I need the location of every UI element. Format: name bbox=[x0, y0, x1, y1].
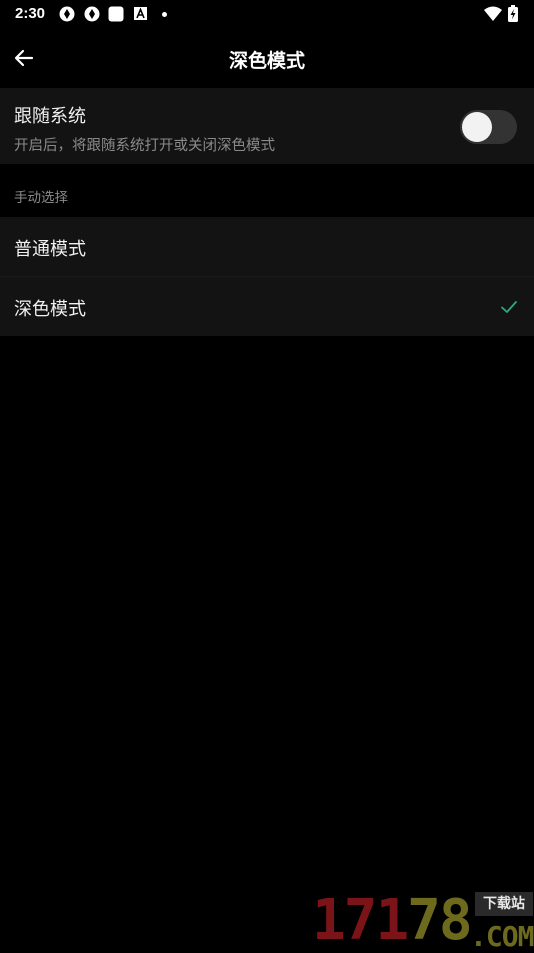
app-header: 深色模式 bbox=[0, 28, 534, 88]
option-normal-mode[interactable]: 普通模式 bbox=[0, 217, 534, 277]
follow-system-row[interactable]: 跟随系统 开启后，将跟随系统打开或关闭深色模式 bbox=[0, 88, 534, 164]
follow-system-title: 跟随系统 bbox=[14, 106, 86, 127]
manual-section-label: 手动选择 bbox=[14, 190, 68, 206]
check-icon bbox=[501, 301, 517, 313]
mode-options: 普通模式 深色模式 bbox=[0, 217, 534, 336]
wifi-icon bbox=[484, 6, 502, 21]
toggle-knob bbox=[462, 112, 492, 142]
option-dark-mode[interactable]: 深色模式 bbox=[0, 277, 534, 336]
font-a-icon bbox=[134, 7, 147, 20]
page-title: 深色模式 bbox=[228, 50, 305, 72]
aperture-icon bbox=[84, 6, 100, 22]
option-label: 深色模式 bbox=[14, 299, 86, 320]
dot-icon bbox=[162, 12, 167, 17]
watermark-number: 17178 bbox=[312, 888, 473, 953]
battery-charging-icon bbox=[508, 5, 518, 22]
watermark-domain: .COM bbox=[470, 920, 534, 953]
square-icon bbox=[108, 6, 124, 22]
follow-system-description: 开启后，将跟随系统打开或关闭深色模式 bbox=[14, 138, 275, 154]
option-label: 普通模式 bbox=[14, 239, 86, 260]
watermark-tag: 下载站 bbox=[475, 892, 533, 916]
status-time: 2:30 bbox=[15, 5, 46, 22]
status-bar: 2:30 bbox=[0, 0, 534, 28]
watermark-logo: 17178 下载站 .COM bbox=[312, 888, 534, 953]
aperture-icon bbox=[59, 6, 75, 22]
follow-system-toggle[interactable] bbox=[460, 110, 517, 144]
